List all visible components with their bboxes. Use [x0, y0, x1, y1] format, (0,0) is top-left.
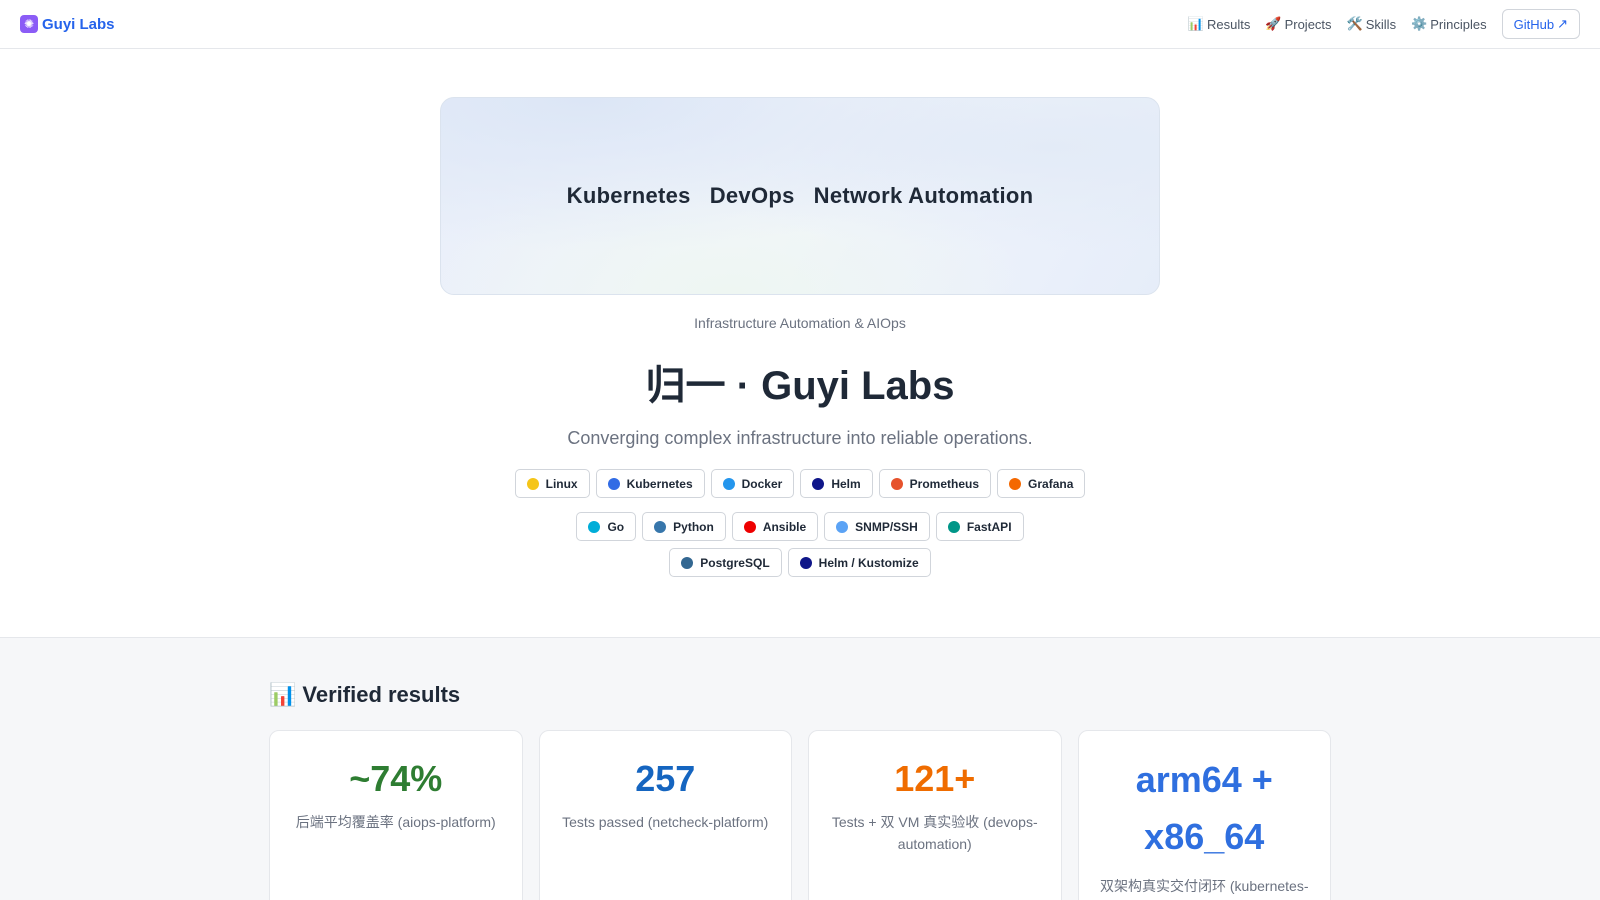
- tag-dot-icon: [836, 520, 849, 533]
- result-value: 257: [635, 758, 696, 799]
- nav-item-label: Results: [1207, 16, 1251, 32]
- skill-tag: Grafana: [997, 469, 1086, 498]
- skill-tag: Linux: [514, 469, 590, 498]
- skill-tag: Ansible: [731, 512, 819, 541]
- github-button[interactable]: GitHub ↗: [1501, 9, 1580, 39]
- result-label: Tests + 双 VM 真实验收 (devops-automation): [831, 814, 1038, 852]
- top-navbar: ✺ Guyi Labs 📊 Results 🚀 Projects 🛠️ Skil…: [0, 0, 1600, 49]
- page-title: 归一 · Guyi Labs: [645, 364, 955, 408]
- result-value: ~74%: [349, 758, 443, 799]
- skill-tag-label: Docker: [741, 476, 783, 491]
- skill-tag-label: SNMP/SSH: [855, 519, 918, 534]
- nav-item-principles[interactable]: ⚙️ Principles: [1411, 17, 1487, 32]
- tag-dot-icon: [812, 477, 825, 490]
- banner-word: DevOps: [709, 183, 795, 208]
- nav-item-label: Projects: [1284, 16, 1332, 32]
- banner-word: Network Automation: [813, 183, 1034, 208]
- skill-tag: PostgreSQL: [669, 548, 782, 577]
- skill-tag: Prometheus: [878, 469, 992, 498]
- external-link-icon: ↗: [1557, 16, 1568, 31]
- nav-item-skills[interactable]: 🛠️ Skills: [1347, 17, 1397, 32]
- skill-tag: Go: [576, 512, 637, 541]
- bar-chart-icon: 📊: [269, 682, 297, 708]
- skill-tag: Helm: [800, 469, 873, 498]
- bar-chart-icon: 📊: [1187, 16, 1205, 32]
- tag-dot-icon: [588, 520, 601, 533]
- result-card: arm64 + x86_64 双架构真实交付闭环 (kubernetes-clus…: [1077, 730, 1331, 900]
- result-card: 257 Tests passed (netcheck-platform): [538, 730, 792, 900]
- skill-tag: FastAPI: [935, 512, 1024, 541]
- result-card: ~74% 后端平均覆盖率 (aiops-platform): [269, 730, 523, 900]
- gear-icon: ⚙️: [1411, 16, 1428, 32]
- skill-tag-label: Helm / Kustomize: [818, 555, 919, 570]
- skill-tag: Helm / Kustomize: [787, 548, 931, 577]
- tag-dot-icon: [890, 477, 903, 490]
- skill-tag-label: Helm: [831, 476, 861, 491]
- hero-subtitle: Converging complex infrastructure into r…: [567, 428, 1033, 448]
- skill-tag-label: Linux: [545, 476, 578, 491]
- results-cards: ~74% 后端平均覆盖率 (aiops-platform) 257 Tests pas…: [269, 730, 1331, 900]
- rocket-icon: 🚀: [1265, 16, 1282, 32]
- tag-dot-icon: [607, 477, 620, 490]
- skill-tag-label: Ansible: [762, 519, 807, 534]
- result-label: 双架构真实交付闭环 (kubernetes-cluster-bootstrap): [1100, 878, 1309, 894]
- nav-item-label: Principles: [1430, 16, 1487, 32]
- banner-word: Kubernetes: [566, 183, 691, 208]
- github-label: GitHub: [1513, 16, 1555, 32]
- result-card: 121+ Tests + 双 VM 真实验收 (devops-automation…: [808, 730, 1062, 900]
- tag-dot-icon: [654, 520, 667, 533]
- tag-dot-icon: [743, 520, 756, 533]
- hero-banner: Kubernetes DevOps Network Automation: [440, 97, 1160, 295]
- nav-item-results[interactable]: 📊 Results: [1188, 17, 1251, 32]
- skill-tag-label: Prometheus: [909, 476, 980, 491]
- tag-dot-icon: [1009, 477, 1022, 490]
- results-heading: 📊 Verified results: [269, 682, 1331, 708]
- tag-dot-icon: [722, 477, 735, 490]
- skill-tag: SNMP/SSH: [824, 512, 930, 541]
- skill-tag-label: Python: [673, 519, 714, 534]
- result-label: 后端平均覆盖率 (aiops-platform): [295, 814, 496, 830]
- tag-dot-icon: [799, 556, 812, 569]
- skill-tag: Python: [642, 512, 726, 541]
- result-value: arm64 + x86_64: [1135, 759, 1273, 857]
- skill-tags-primary: Linux Kubernetes Docker Helm Prometheus Grafa…: [0, 469, 1600, 498]
- skill-tag: Docker: [710, 469, 795, 498]
- tools-icon: 🛠️: [1346, 16, 1363, 32]
- skill-tag-label: Kubernetes: [626, 476, 693, 491]
- result-label: Tests passed (netcheck-platform): [562, 814, 769, 830]
- results-title: Verified results: [302, 682, 461, 707]
- skill-tag: Kubernetes: [595, 469, 705, 498]
- skill-tag-label: Go: [607, 519, 625, 534]
- result-value: 121+: [894, 758, 976, 799]
- atom-icon: ✺: [20, 15, 38, 33]
- nav-item-projects[interactable]: 🚀 Projects: [1265, 17, 1331, 32]
- skill-tag-label: FastAPI: [966, 519, 1012, 534]
- hero-tagline: Infrastructure Automation & AIOps: [694, 315, 906, 331]
- tag-dot-icon: [947, 520, 960, 533]
- hero-section: Kubernetes DevOps Network Automation Inf…: [0, 49, 1600, 637]
- tag-dot-icon: [526, 477, 539, 490]
- brand-link[interactable]: ✺ Guyi Labs: [20, 15, 115, 33]
- main-nav: 📊 Results 🚀 Projects 🛠️ Skills ⚙️ Princi…: [1188, 9, 1580, 39]
- nav-item-label: Skills: [1365, 16, 1397, 32]
- brand-name: Guyi Labs: [42, 15, 115, 33]
- skill-tag-label: Grafana: [1028, 476, 1074, 491]
- results-section: 📊 Verified results ~74% 后端平均覆盖率 (aiops-pl…: [0, 637, 1600, 900]
- skill-tags-secondary: Go Python Ansible SNMP/SSH FastAPI PostgreSQL…: [520, 512, 1080, 577]
- skill-tag-label: PostgreSQL: [700, 555, 770, 570]
- tag-dot-icon: [681, 556, 694, 569]
